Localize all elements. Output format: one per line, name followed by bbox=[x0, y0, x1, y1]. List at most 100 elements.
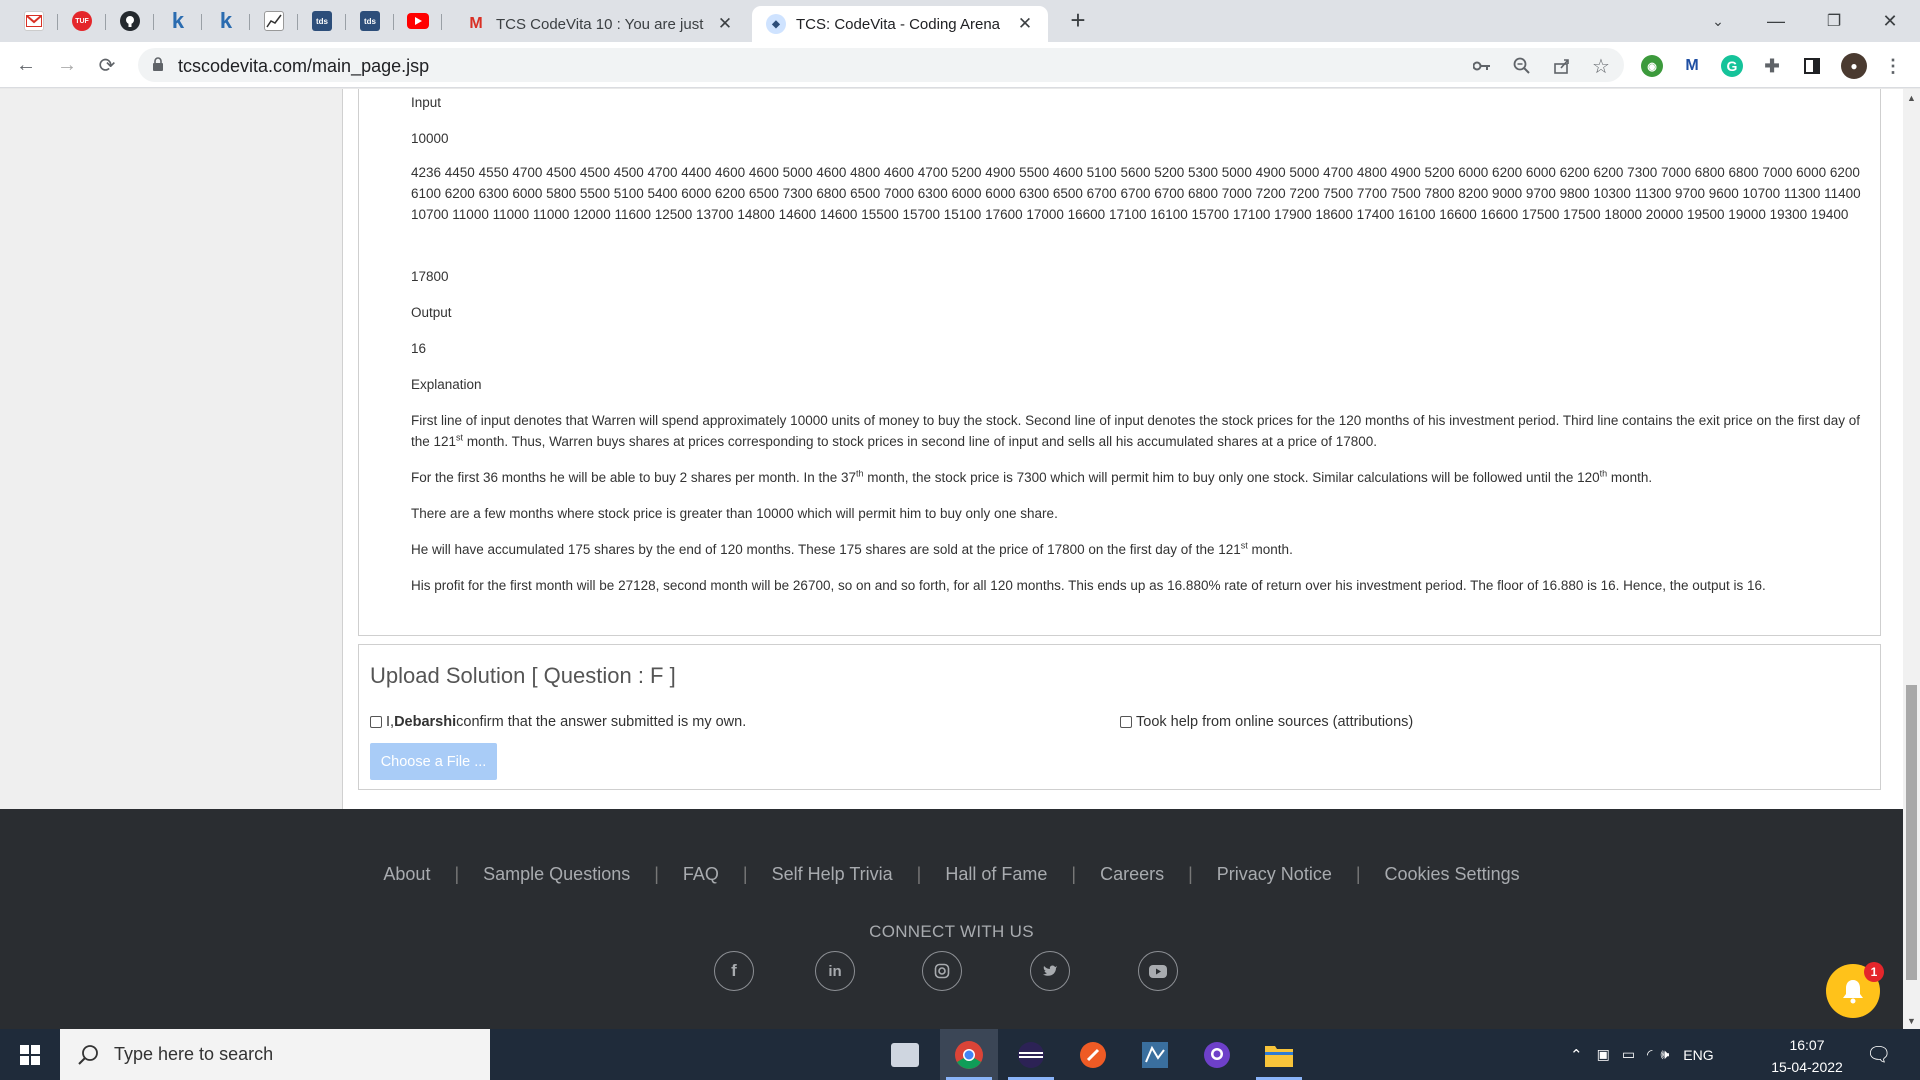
explanation-paragraph-1: First line of input denotes that Warren … bbox=[411, 410, 1871, 452]
page-scrollbar[interactable]: ▲ ▼ bbox=[1903, 89, 1920, 1029]
extension-grammarly-icon[interactable]: G bbox=[1721, 55, 1743, 77]
k-icon: k bbox=[219, 8, 233, 33]
taskbar-app-file-explorer[interactable] bbox=[1250, 1029, 1308, 1080]
start-button[interactable] bbox=[0, 1029, 60, 1080]
reload-button[interactable]: ⟳ bbox=[93, 51, 121, 79]
scroll-thumb[interactable] bbox=[1906, 685, 1917, 980]
footer-link-self-help-trivia[interactable]: Self Help Trivia bbox=[772, 864, 893, 885]
pinned-tab-chart[interactable] bbox=[250, 6, 298, 36]
tab-title: TCS CodeVita 10 : You are just on bbox=[496, 15, 708, 33]
close-window-button[interactable]: ✕ bbox=[1868, 0, 1912, 42]
taskbar-app-paint[interactable] bbox=[876, 1029, 934, 1080]
upload-title: Upload Solution [ Question : F ] bbox=[370, 663, 676, 688]
menu-kebab-icon[interactable]: ⋮ bbox=[1882, 55, 1904, 77]
zoom-icon[interactable] bbox=[1511, 55, 1533, 77]
tab-codevita-info[interactable]: M TCS CodeVita 10 : You are just on ✕ bbox=[452, 6, 748, 42]
text-span: month. Thus, Warren buys shares at price… bbox=[463, 434, 1378, 449]
taskbar-app-eclipse[interactable] bbox=[1002, 1029, 1060, 1080]
scroll-down-arrow-icon[interactable]: ▼ bbox=[1903, 1012, 1920, 1029]
output-value: 16 bbox=[411, 341, 427, 356]
close-icon[interactable]: ✕ bbox=[1016, 14, 1034, 34]
checkbox[interactable] bbox=[370, 716, 382, 728]
key-icon[interactable] bbox=[1471, 55, 1493, 77]
browser-toolbar: ← → ⟳ tcscodevita.com/main_page.jsp ☆ ◉ … bbox=[0, 42, 1920, 88]
browser-tab-strip: TUF k k tds tds M TCS CodeVita 10 : You … bbox=[0, 0, 1920, 42]
pinned-tab-k2[interactable]: k bbox=[202, 6, 250, 36]
pinned-tab-github[interactable] bbox=[106, 6, 154, 36]
side-panel-icon[interactable] bbox=[1801, 55, 1823, 77]
new-tab-button[interactable]: + bbox=[1064, 6, 1092, 36]
taskbar-app-github-desktop[interactable] bbox=[1188, 1029, 1246, 1080]
restore-button[interactable]: ❐ bbox=[1812, 0, 1856, 42]
minimize-button[interactable]: — bbox=[1754, 0, 1798, 42]
tab-coding-arena[interactable]: ◆ TCS: CodeVita - Coding Arena ✕ bbox=[752, 6, 1048, 42]
input-heading: Input bbox=[411, 95, 442, 110]
footer-link-about[interactable]: About bbox=[383, 864, 430, 885]
linkedin-icon[interactable]: in bbox=[815, 951, 855, 991]
explanation-paragraph-2: For the first 36 months he will be able … bbox=[411, 467, 1871, 488]
checkbox[interactable] bbox=[1120, 716, 1132, 728]
display-icon[interactable]: ▣ bbox=[1597, 1046, 1610, 1063]
windows-icon bbox=[20, 1044, 40, 1065]
pinned-tab-tuf[interactable]: TUF bbox=[58, 6, 106, 36]
choose-file-button[interactable]: Choose a File ... bbox=[370, 743, 497, 780]
back-button[interactable]: ← bbox=[12, 51, 40, 79]
extension-m-icon[interactable]: M bbox=[1681, 55, 1703, 77]
search-icon bbox=[78, 1044, 98, 1065]
wifi-icon[interactable]: ◜ bbox=[1647, 1046, 1652, 1063]
taskbar-app-chrome[interactable] bbox=[940, 1029, 998, 1080]
instagram-icon[interactable] bbox=[922, 951, 962, 991]
online-help-checkbox[interactable]: Took help from online sources (attributi… bbox=[1120, 714, 1413, 730]
text-span: For the first 36 months he will be able … bbox=[411, 470, 856, 485]
tds-icon: tds bbox=[360, 11, 380, 31]
extension-globe-icon[interactable]: ◉ bbox=[1641, 55, 1663, 77]
profile-avatar[interactable]: ● bbox=[1841, 53, 1867, 79]
pinned-tab-youtube[interactable] bbox=[394, 6, 442, 36]
taskbar-clock[interactable]: 16:07 15-04-2022 bbox=[1766, 1034, 1848, 1078]
chevron-up-icon[interactable]: ⌃ bbox=[1570, 1046, 1583, 1064]
pinned-tab-tds2[interactable]: tds bbox=[346, 6, 394, 36]
footer-link-sample-questions[interactable]: Sample Questions bbox=[483, 864, 630, 885]
footer-link-privacy-notice[interactable]: Privacy Notice bbox=[1217, 864, 1332, 885]
checkbox-label: confirm that the answer submitted is my … bbox=[456, 714, 747, 730]
extensions-puzzle-icon[interactable]: ✚ bbox=[1761, 55, 1783, 77]
taskbar-search-box[interactable]: Type here to search bbox=[60, 1029, 490, 1080]
close-icon[interactable]: ✕ bbox=[716, 14, 734, 34]
postman-icon bbox=[1080, 1041, 1106, 1068]
battery-icon[interactable]: ▭ bbox=[1622, 1046, 1635, 1063]
pinned-tab-k1[interactable]: k bbox=[154, 6, 202, 36]
pinned-tab-gmail[interactable] bbox=[10, 6, 58, 36]
footer-link-cookies-settings[interactable]: Cookies Settings bbox=[1385, 864, 1520, 885]
lock-icon bbox=[153, 57, 163, 71]
footer-link-careers[interactable]: Careers bbox=[1100, 864, 1164, 885]
own-answer-checkbox[interactable]: I, Debarshi confirm that the answer subm… bbox=[370, 714, 746, 730]
footer-link-faq[interactable]: FAQ bbox=[683, 864, 719, 885]
scroll-up-arrow-icon[interactable]: ▲ bbox=[1903, 89, 1920, 106]
checkbox-label: Took help from online sources (attributi… bbox=[1136, 714, 1414, 730]
language-indicator[interactable]: ENG bbox=[1683, 1047, 1713, 1063]
superscript: th bbox=[856, 468, 864, 479]
taskbar-app-postman[interactable] bbox=[1064, 1029, 1122, 1080]
notifications-icon[interactable]: 🗨 bbox=[1866, 1029, 1891, 1080]
k-icon: k bbox=[171, 8, 185, 33]
twitter-icon[interactable] bbox=[1030, 951, 1070, 991]
forward-button[interactable]: → bbox=[53, 51, 81, 79]
facebook-icon[interactable]: f bbox=[714, 951, 754, 991]
explanation-paragraph-5: His profit for the first month will be 2… bbox=[411, 578, 1766, 593]
tab-search-icon[interactable]: ⌄ bbox=[1696, 0, 1740, 42]
github-icon bbox=[120, 11, 140, 31]
eclipse-icon bbox=[1018, 1041, 1044, 1068]
youtube-icon[interactable] bbox=[1138, 951, 1178, 991]
bookmark-star-icon[interactable]: ☆ bbox=[1590, 55, 1612, 78]
taskbar-app-mysql[interactable] bbox=[1126, 1029, 1184, 1080]
url-text: tcscodevita.com/main_page.jsp bbox=[178, 56, 430, 76]
superscript: th bbox=[1599, 468, 1608, 479]
pinned-tab-tds1[interactable]: tds bbox=[298, 6, 346, 36]
text-span: He will have accumulated 175 shares by t… bbox=[411, 542, 1241, 557]
explanation-paragraph-4: He will have accumulated 175 shares by t… bbox=[411, 539, 1871, 560]
footer-link-hall-of-fame[interactable]: Hall of Fame bbox=[945, 864, 1047, 885]
address-bar[interactable]: tcscodevita.com/main_page.jsp bbox=[138, 48, 1624, 82]
notification-bell-button[interactable]: 1 bbox=[1826, 962, 1884, 1018]
share-icon[interactable] bbox=[1551, 55, 1573, 77]
volume-icon[interactable]: 🕪 bbox=[1660, 1046, 1669, 1063]
